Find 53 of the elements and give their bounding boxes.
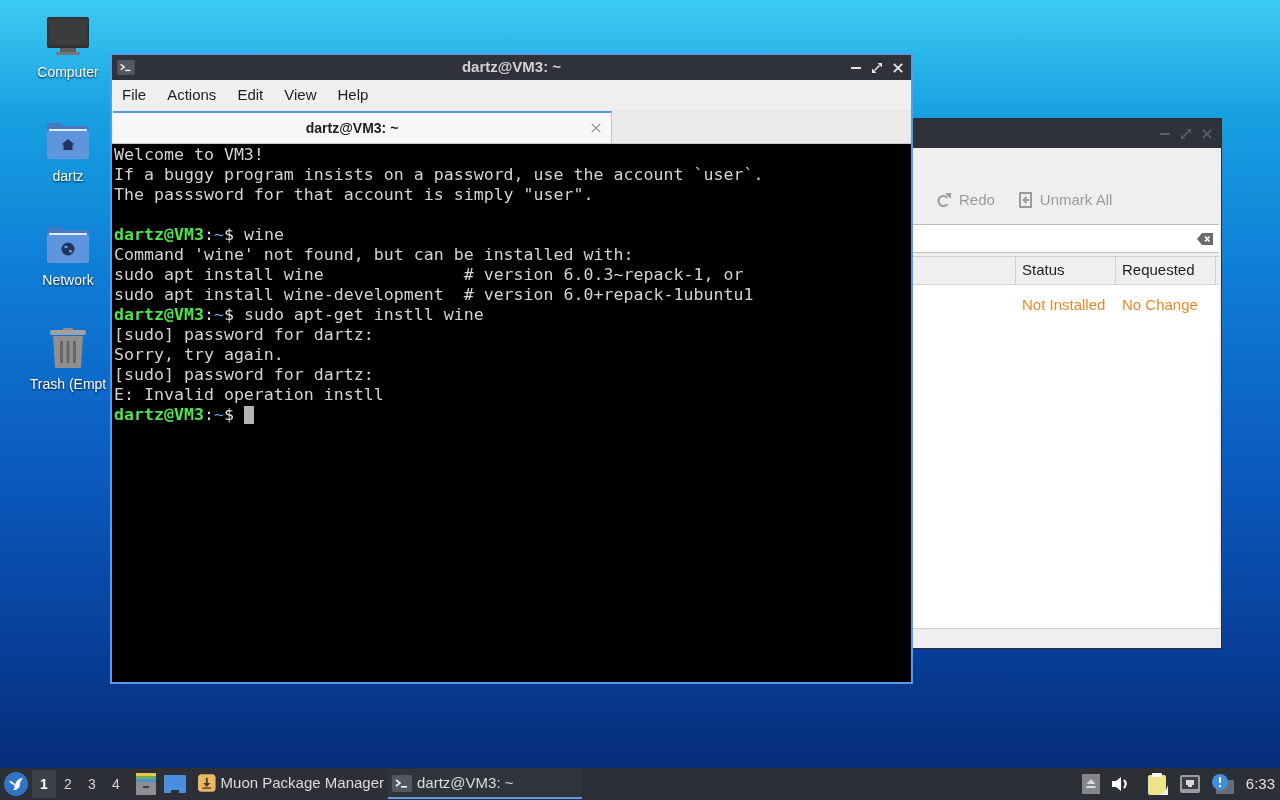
- terminal-icon: [392, 774, 412, 792]
- minimize-icon[interactable]: [851, 66, 861, 69]
- table-cell-text: No Change: [1121, 294, 1199, 315]
- clipboard-icon[interactable]: [1147, 773, 1168, 795]
- show-desktop-icon[interactable]: [164, 775, 186, 793]
- menu-item[interactable]: Help: [337, 83, 369, 107]
- terminal-output-line: [sudo] password for dartz:: [114, 365, 374, 385]
- search-field[interactable]: [912, 224, 1219, 253]
- terminal-icon: [117, 60, 135, 75]
- terminal-output-line: Sorry, try again.: [114, 345, 284, 365]
- workspace-button[interactable]: 1: [32, 770, 56, 798]
- eject-icon[interactable]: [1081, 774, 1100, 794]
- file-cabinet-icon[interactable]: [136, 773, 156, 795]
- menu-item[interactable]: Edit: [237, 83, 264, 107]
- tab[interactable]: dartz@VM3: ~: [113, 111, 612, 143]
- network-wired-icon[interactable]: [1179, 775, 1200, 793]
- bird-logo-icon[interactable]: [4, 772, 28, 796]
- terminal-output-line: Welcome to VM3!: [114, 145, 264, 165]
- window-title: dartz@VM3: ~: [461, 57, 562, 78]
- notification-icon[interactable]: [1211, 774, 1234, 794]
- terminal-output-line: sudo apt install wine-development # version 6.0+repack-1ubuntu1: [114, 285, 754, 305]
- menu-item[interactable]: File: [122, 83, 147, 107]
- workspace-button[interactable]: 4: [104, 770, 128, 798]
- trash-can-icon: [50, 328, 86, 368]
- terminal-output-line: The passsword for that account is simply "user".: [114, 185, 594, 205]
- monitor-icon: [47, 17, 89, 55]
- desktop-shortcut[interactable]: Network: [42, 224, 94, 289]
- network-folder-icon: [47, 225, 89, 263]
- workspace-button[interactable]: 2: [56, 770, 80, 798]
- terminal-prompt-line: dartz@VM3:~$: [114, 405, 234, 425]
- terminal-output-line: E: Invalid operation instll: [114, 385, 384, 405]
- menu-item[interactable]: Actions: [167, 83, 217, 107]
- terminal-output-line: Command 'wine' not found, but can be installed with:: [114, 245, 634, 265]
- terminal-output-line: If a buggy program insists on a password, use the account `user`.: [114, 165, 764, 185]
- column-header[interactable]: Status: [1016, 257, 1116, 284]
- column-header[interactable]: Requested: [1116, 257, 1216, 284]
- home-folder-icon: [47, 121, 89, 159]
- table-cell-text: Not Installed: [1021, 294, 1107, 315]
- terminal-prompt-line: dartz@VM3:~$ sudo apt-get instll wine: [114, 305, 484, 325]
- taskbar-task[interactable]: Muon Package Manager: [194, 769, 388, 799]
- taskbar-task[interactable]: dartz@VM3: ~: [388, 769, 582, 799]
- clear-icon[interactable]: [1197, 232, 1213, 245]
- terminal-output-line: [sudo] password for dartz:: [114, 325, 374, 345]
- workspace-button[interactable]: 3: [80, 770, 104, 798]
- redo-arrow-icon: [936, 193, 951, 207]
- download-box-icon: [198, 773, 216, 793]
- volume-icon[interactable]: [1111, 776, 1130, 792]
- maximize-icon[interactable]: [872, 62, 882, 73]
- terminal-prompt-line: dartz@VM3:~$ wine: [114, 225, 284, 245]
- menu-item[interactable]: View: [284, 83, 317, 107]
- terminal-output-line: sudo apt install wine # version 6.0.3~repack-1, or: [114, 265, 744, 285]
- clock[interactable]: 6:33: [1245, 772, 1275, 796]
- desktop-shortcut[interactable]: Trash (Empt: [29, 328, 107, 393]
